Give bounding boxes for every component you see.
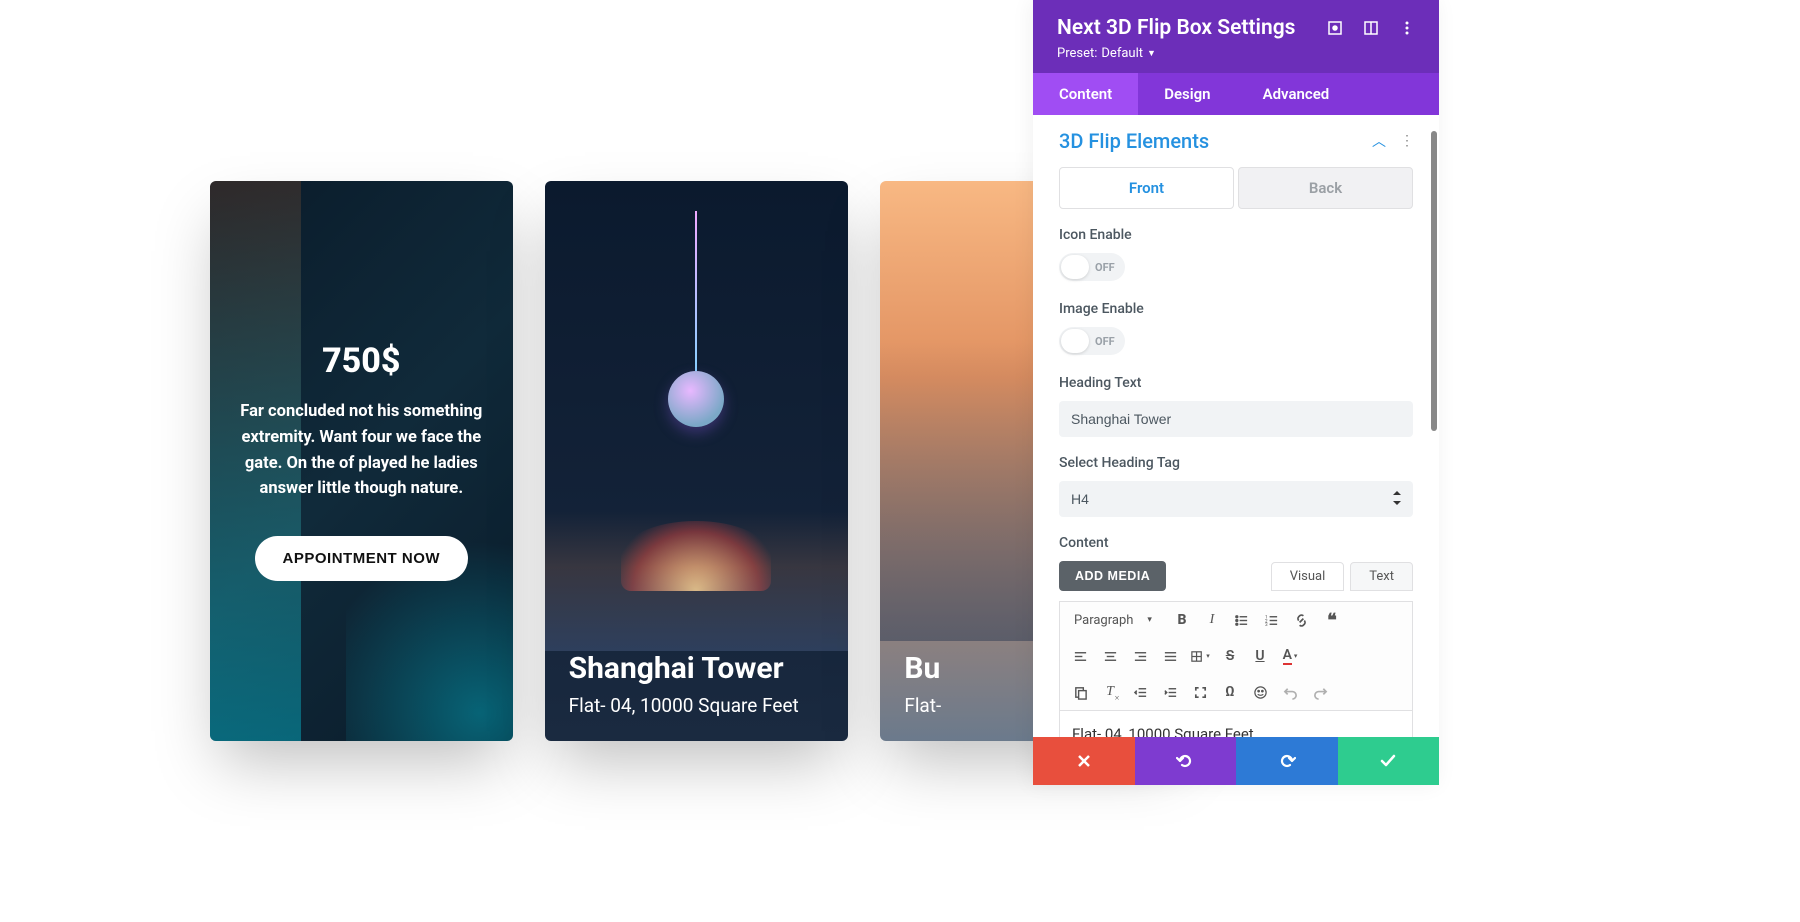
editor-tab-visual[interactable]: Visual: [1271, 562, 1345, 591]
table-icon[interactable]: ▾: [1186, 642, 1214, 670]
link-icon[interactable]: [1288, 606, 1316, 634]
flip-card-1: 750$ Far concluded not his something ext…: [210, 181, 513, 741]
undo-icon[interactable]: [1276, 678, 1304, 706]
snap-icon[interactable]: [1363, 20, 1379, 36]
tab-design[interactable]: Design: [1138, 73, 1236, 115]
blockquote-icon[interactable]: ❝: [1318, 606, 1346, 634]
panel-footer: [1033, 737, 1439, 785]
section-more-icon[interactable]: ⋮: [1400, 133, 1413, 149]
section-title[interactable]: 3D Flip Elements: [1059, 129, 1209, 153]
card-description: Far concluded not his something extremit…: [230, 399, 493, 501]
emoji-icon[interactable]: [1246, 678, 1274, 706]
text-color-icon[interactable]: A▾: [1276, 642, 1304, 670]
subtab-front[interactable]: Front: [1059, 167, 1234, 209]
cancel-button[interactable]: [1033, 737, 1135, 785]
indent-icon[interactable]: [1156, 678, 1184, 706]
card-subtitle: Flat-: [904, 694, 1160, 717]
svg-text:3: 3: [1265, 622, 1268, 628]
save-button[interactable]: [1338, 737, 1440, 785]
tab-advanced[interactable]: Advanced: [1237, 73, 1356, 115]
label-content: Content: [1059, 535, 1413, 551]
toggle-icon-enable[interactable]: OFF: [1059, 253, 1125, 281]
numbered-list-icon[interactable]: 123: [1258, 606, 1286, 634]
panel-title: Next 3D Flip Box Settings: [1057, 16, 1295, 40]
expand-icon[interactable]: [1327, 20, 1343, 36]
label-image-enable: Image Enable: [1059, 301, 1413, 317]
format-select[interactable]: Paragraph: [1066, 609, 1160, 632]
appointment-button[interactable]: APPOINTMENT NOW: [255, 536, 469, 581]
card-title: Bu: [904, 651, 1160, 686]
bullet-list-icon[interactable]: [1228, 606, 1256, 634]
tab-content[interactable]: Content: [1033, 73, 1138, 115]
label-heading-text: Heading Text: [1059, 375, 1413, 391]
input-heading-text[interactable]: [1059, 401, 1413, 437]
subtab-back[interactable]: Back: [1238, 167, 1413, 209]
add-media-button[interactable]: ADD MEDIA: [1059, 561, 1166, 591]
underline-icon[interactable]: U: [1246, 642, 1274, 670]
align-justify-icon[interactable]: [1156, 642, 1184, 670]
main-tabs: Content Design Advanced: [1033, 73, 1439, 115]
card-title: Shanghai Tower: [569, 651, 825, 686]
price-text: 750$: [322, 341, 400, 381]
fullscreen-icon[interactable]: [1186, 678, 1214, 706]
editor-toolbar-row1: Paragraph B I 123 ❝: [1059, 601, 1413, 638]
scrollbar[interactable]: [1431, 131, 1437, 431]
special-char-icon[interactable]: Ω: [1216, 678, 1244, 706]
label-icon-enable: Icon Enable: [1059, 227, 1413, 243]
more-icon[interactable]: [1399, 20, 1415, 36]
flip-card-2: Shanghai Tower Flat- 04, 10000 Square Fe…: [545, 181, 849, 741]
label-heading-tag: Select Heading Tag: [1059, 455, 1413, 471]
panel-body: 3D Flip Elements ︿ ⋮ Front Back Icon Ena…: [1033, 115, 1439, 737]
bold-icon[interactable]: B: [1168, 606, 1196, 634]
italic-icon[interactable]: I: [1198, 606, 1226, 634]
toggle-image-enable[interactable]: OFF: [1059, 327, 1125, 355]
undo-button[interactable]: [1135, 737, 1237, 785]
redo-icon[interactable]: [1306, 678, 1334, 706]
chevron-up-icon[interactable]: ︿: [1372, 131, 1386, 151]
panel-header: Next 3D Flip Box Settings Preset: Defaul…: [1033, 0, 1439, 73]
redo-button[interactable]: [1236, 737, 1338, 785]
select-heading-tag[interactable]: [1059, 481, 1413, 517]
editor-tab-text[interactable]: Text: [1350, 562, 1413, 591]
strikethrough-icon[interactable]: S: [1216, 642, 1244, 670]
caret-down-icon: ▼: [1147, 48, 1156, 59]
card-subtitle: Flat- 04, 10000 Square Feet: [569, 694, 825, 717]
preset-selector[interactable]: Preset: Default ▼: [1057, 46, 1295, 61]
